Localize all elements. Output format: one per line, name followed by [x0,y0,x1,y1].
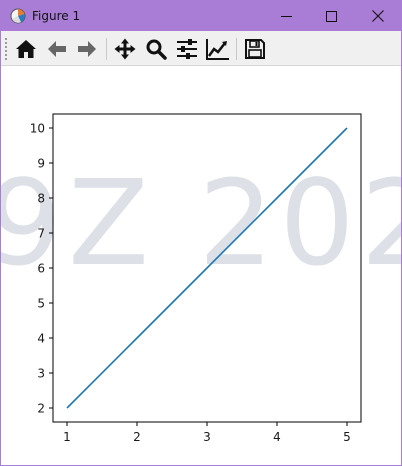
y-tick-label: 10 [30,122,45,136]
minimize-icon [281,15,292,17]
magnifier-icon [146,39,167,60]
edit-axes-button[interactable] [205,36,231,62]
close-button[interactable] [355,1,400,31]
arrow-left-icon [48,41,66,57]
x-tick-label: 5 [343,430,351,444]
maximize-button[interactable] [309,1,354,31]
series-line [66,127,348,409]
forward-button[interactable] [74,36,100,62]
pan-button[interactable] [112,36,138,62]
y-tick-label: 7 [37,227,45,241]
navigation-toolbar [1,31,401,66]
x-axis: 1 2 3 4 5 [63,422,351,444]
app-icon [10,8,26,24]
y-tick-label: 5 [37,297,45,311]
save-button[interactable] [242,36,268,62]
home-button[interactable] [13,36,39,62]
home-icon [16,40,36,58]
y-tick-label: 6 [37,262,45,276]
line-chart-icon [206,39,229,60]
arrow-right-icon [78,41,96,57]
y-tick-label: 4 [37,332,45,346]
configure-subplots-button[interactable] [174,36,200,62]
toolbar-separator [236,38,237,60]
window-title: Figure 1 [32,9,81,23]
zoom-button[interactable] [143,36,169,62]
close-icon [371,10,384,22]
title-bar[interactable]: Figure 1 [1,1,401,31]
x-tick-label: 1 [63,430,71,444]
back-button[interactable] [44,36,70,62]
figure-window: Figure 1 9Z 20 1 2 3 4 5 2 3 4 5 6 7 8 9… [0,0,402,466]
move-icon [114,38,136,60]
toolbar-separator [106,38,107,60]
y-tick-label: 2 [37,402,45,416]
series-group [66,127,348,409]
y-tick-label: 9 [37,157,45,171]
y-tick-label: 8 [37,192,45,206]
x-tick-label: 2 [133,430,141,444]
floppy-disk-icon [245,39,265,59]
maximize-icon [326,10,337,22]
x-tick-label: 4 [273,430,281,444]
figure-canvas[interactable]: 9Z 202 12345 2345678910 [1,66,401,465]
x-tick-label: 3 [203,430,211,444]
toolbar-grip-icon[interactable] [5,38,8,60]
line-chart: 1 2 3 4 5 2 3 4 5 6 7 8 9 10 [30,113,362,444]
y-tick-label: 3 [37,367,45,381]
y-axis: 2 3 4 5 6 7 8 9 10 [30,122,53,416]
minimize-button[interactable] [264,1,309,31]
sliders-icon [177,39,197,59]
